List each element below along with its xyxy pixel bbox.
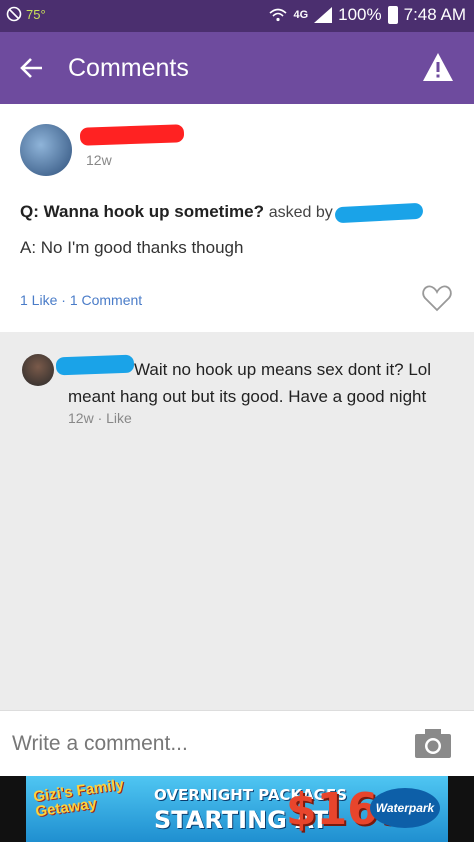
app-bar: Comments — [0, 32, 474, 104]
comment-composer — [0, 710, 474, 776]
comments-link[interactable]: 1 Comment — [70, 292, 142, 308]
comment-like-button[interactable]: Like — [106, 410, 132, 426]
question-prefix: Q: — [20, 202, 39, 221]
status-bar: 75° 4G 100% 7:48 AM — [0, 0, 474, 32]
redacted-asker — [334, 202, 424, 223]
heart-icon[interactable] — [422, 284, 452, 312]
signal-icon — [314, 7, 333, 23]
clock: 7:48 AM — [403, 5, 466, 24]
asked-by-label: asked by — [268, 204, 333, 221]
camera-icon[interactable] — [414, 727, 452, 759]
ad-link[interactable]: Gizi's Family Getaway OVERNIGHT PACKAGES… — [26, 776, 448, 842]
do-not-disturb-icon — [6, 6, 22, 22]
battery-percent: 100% — [338, 5, 382, 24]
comment-text: Wait no hook up means sex dont it? Lol m… — [68, 360, 432, 406]
post-card: 12w Q: Wanna hook up sometime? asked by … — [0, 104, 474, 332]
temperature: 75° — [26, 6, 46, 22]
stats-separator: · — [61, 292, 66, 308]
comments-list: Wait no hook up means sex dont it? Lol m… — [0, 332, 474, 710]
avatar[interactable] — [22, 354, 54, 386]
avatar[interactable] — [20, 124, 72, 176]
wifi-icon — [269, 8, 287, 22]
ad-banner: Gizi's Family Getaway OVERNIGHT PACKAGES… — [0, 776, 474, 842]
network-type: 4G — [293, 9, 309, 21]
answer-text: A: No I'm good thanks though — [20, 238, 244, 257]
question-text: Wanna hook up sometime? — [43, 202, 265, 221]
status-right: 4G 100% 7:48 AM — [269, 5, 466, 25]
redacted-username — [79, 124, 185, 146]
post-timestamp: 12w — [86, 152, 112, 168]
comment-input[interactable] — [12, 727, 392, 761]
page-title: Comments — [68, 54, 189, 82]
post-stats: 1 Like · 1 Comment — [20, 292, 142, 308]
likes-link[interactable]: 1 Like — [20, 292, 57, 308]
warning-icon[interactable] — [422, 52, 454, 82]
comment-meta: 12w · Like — [68, 410, 132, 426]
ad-logo: Gizi's Family Getaway — [32, 776, 125, 821]
comment-timestamp: 12w — [68, 410, 94, 426]
battery-icon — [387, 6, 398, 24]
status-left: 75° — [6, 6, 46, 22]
meta-separator: · — [97, 410, 103, 426]
ad-brand-logo: Waterpark — [370, 788, 440, 828]
question: Q: Wanna hook up sometime? asked by — [20, 202, 424, 223]
arrow-left-icon[interactable] — [18, 54, 46, 82]
